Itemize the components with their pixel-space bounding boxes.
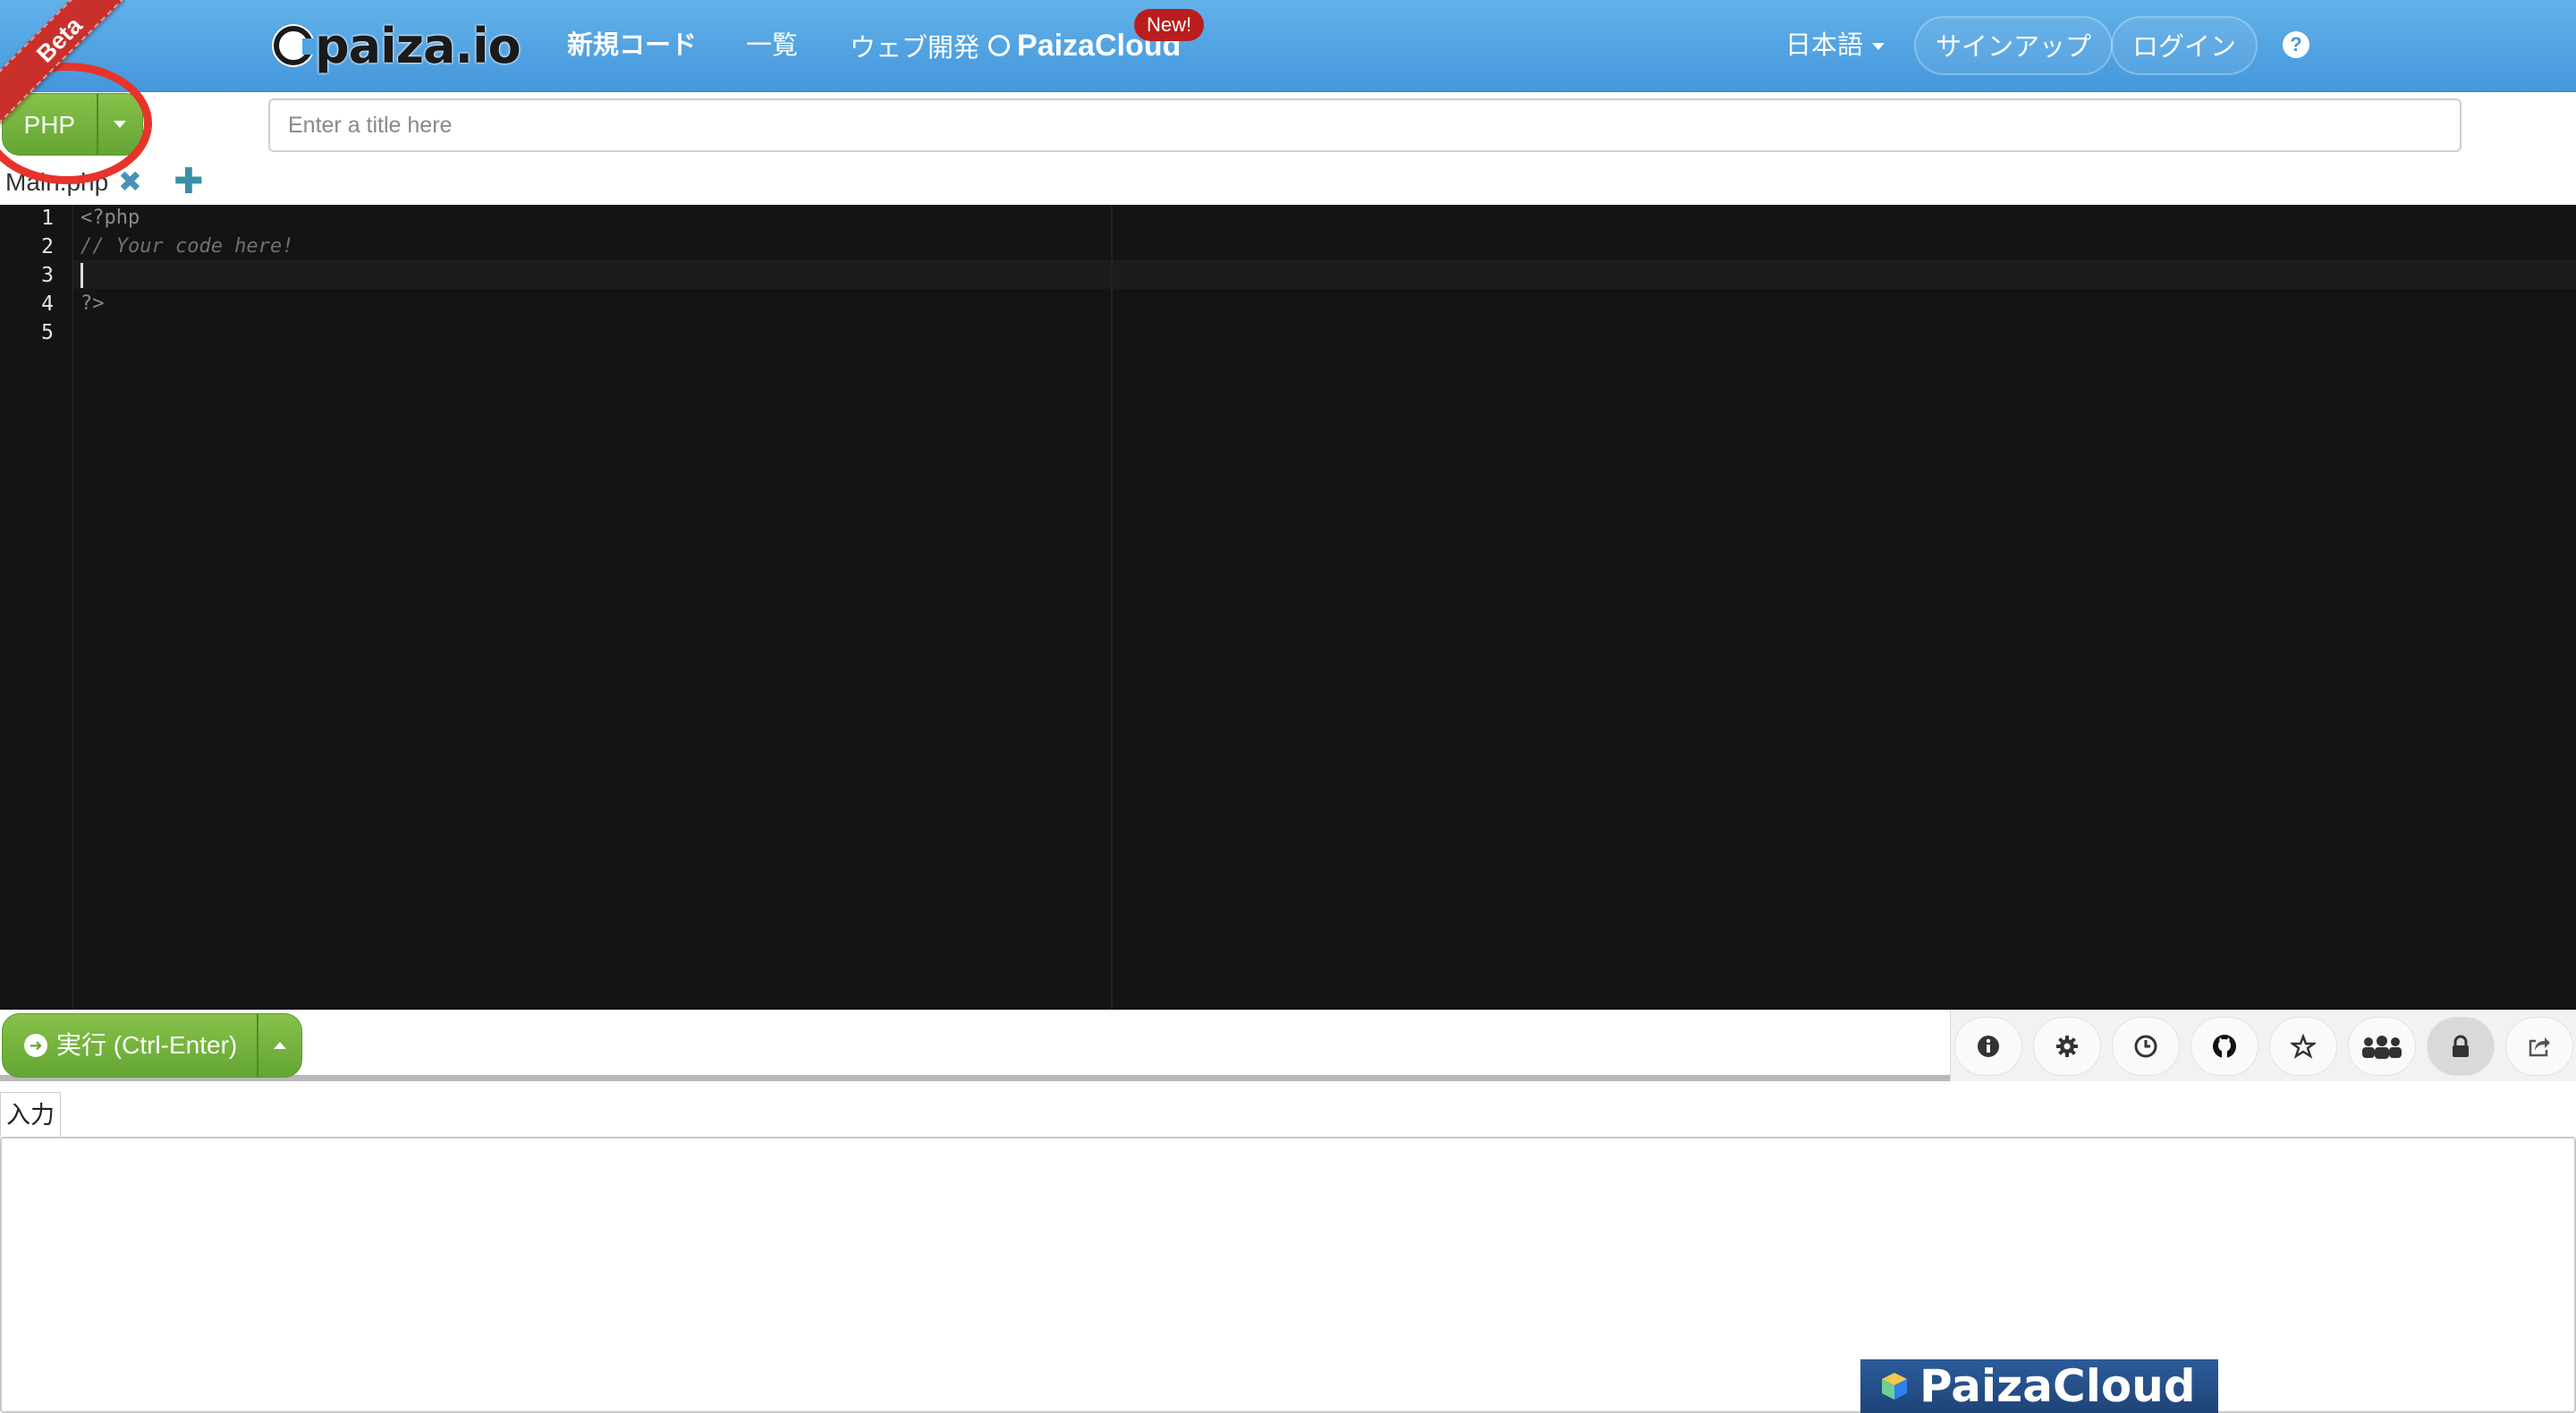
run-button[interactable]: ➜ 実行 (Ctrl-Enter)	[2, 1013, 302, 1078]
paizacloud-mini-icon	[988, 35, 1011, 56]
beta-ribbon: Beta	[0, 0, 125, 125]
collaborate-button[interactable]	[2348, 1017, 2416, 1076]
text-cursor	[80, 263, 83, 288]
history-button[interactable]	[2112, 1017, 2180, 1076]
nav-web-dev-label: ウェブ開発	[850, 34, 980, 63]
active-line-highlight	[73, 260, 2576, 289]
run-toolbar: ➜ 実行 (Ctrl-Enter)	[0, 1010, 2576, 1081]
line-number: 2	[41, 235, 54, 258]
github-icon	[2213, 1035, 2236, 1058]
star-icon	[2291, 1034, 2316, 1059]
chevron-down-icon	[1872, 43, 1885, 51]
code-line: ?>	[80, 292, 105, 315]
cube-icon	[1882, 1373, 1907, 1400]
paiza-logo-mark-icon	[274, 26, 315, 65]
info-icon	[1978, 1036, 1999, 1057]
line-number-gutter: 1 2 3 4 5	[0, 205, 73, 1010]
share-button[interactable]	[2505, 1017, 2573, 1076]
info-button[interactable]	[1954, 1017, 2022, 1076]
add-tab-icon[interactable]: ✚	[174, 161, 204, 202]
language-dropdown[interactable]: 日本語	[1785, 23, 1885, 68]
nav-web-dev-paizacloud[interactable]: ウェブ開発 PaizaCloud	[850, 23, 1181, 68]
line-number: 1	[41, 207, 54, 230]
top-navbar: paiza.io 新規コード 一覧 ウェブ開発 PaizaCloud New! …	[0, 0, 2576, 92]
paizacloud-banner[interactable]: PaizaCloud	[1860, 1359, 2218, 1413]
file-tab-main[interactable]: Main.php	[5, 168, 108, 197]
nav-new-code[interactable]: 新規コード	[567, 23, 697, 68]
chevron-up-icon	[274, 1042, 287, 1049]
line-number: 3	[41, 264, 54, 287]
arrow-right-icon: ➜	[24, 1034, 47, 1057]
print-margin-line	[1111, 205, 1113, 1010]
paizacloud-banner-text: PaizaCloud	[1919, 1360, 2196, 1412]
help-icon[interactable]: ?	[2283, 31, 2309, 58]
line-number: 5	[41, 321, 54, 344]
signup-button[interactable]: サインアップ	[1914, 16, 2114, 75]
favorite-button[interactable]	[2269, 1017, 2337, 1076]
app-root: paiza.io 新規コード 一覧 ウェブ開発 PaizaCloud New! …	[0, 0, 2576, 1413]
tab-input[interactable]: 入力	[0, 1092, 61, 1137]
users-icon	[2362, 1036, 2402, 1059]
gear-icon	[2056, 1036, 2078, 1057]
code-line: // Your code here!	[80, 235, 294, 258]
run-options-toggle[interactable]	[257, 1014, 301, 1077]
beta-ribbon-wrap: Beta	[0, 0, 125, 125]
settings-button[interactable]	[2033, 1017, 2101, 1076]
paiza-logo[interactable]: paiza.io	[274, 17, 521, 74]
line-number: 4	[41, 292, 54, 316]
run-button-main[interactable]: ➜ 実行 (Ctrl-Enter)	[3, 1014, 257, 1077]
nav-list[interactable]: 一覧	[746, 23, 798, 68]
title-input[interactable]	[268, 98, 2462, 152]
close-tab-icon[interactable]: ✖	[118, 165, 142, 199]
code-editor[interactable]: 1 2 3 4 5 <?php // Your code here! ?>	[0, 205, 2576, 1010]
new-badge: New!	[1134, 9, 1205, 41]
code-line: <?php	[80, 207, 140, 229]
github-button[interactable]	[2190, 1017, 2258, 1076]
clock-icon	[2134, 1035, 2157, 1058]
logo-text: paiza.io	[315, 17, 521, 74]
run-button-label: 実行 (Ctrl-Enter)	[56, 1031, 238, 1059]
lock-icon	[2453, 1035, 2469, 1057]
tool-button-group	[1950, 1010, 2576, 1081]
private-button[interactable]	[2427, 1017, 2495, 1076]
login-button[interactable]: ログイン	[2111, 16, 2258, 75]
share-icon	[2529, 1037, 2550, 1057]
language-dropdown-label: 日本語	[1785, 31, 1864, 60]
